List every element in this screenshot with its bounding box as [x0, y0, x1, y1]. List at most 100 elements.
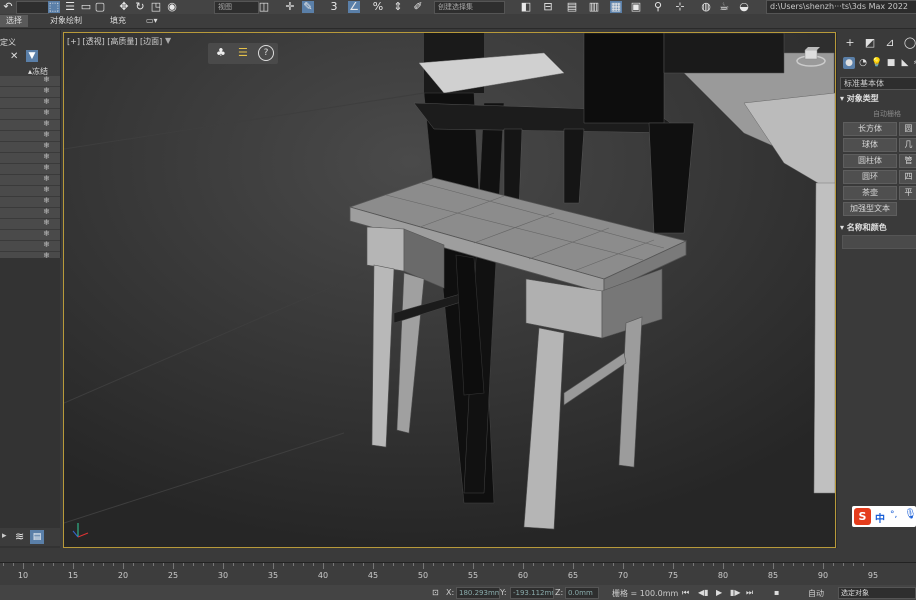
pivot-icon[interactable]: ◫ — [258, 1, 270, 13]
y-coordinate-field[interactable]: -193.112mm — [510, 587, 554, 599]
previous-frame-icon[interactable]: ◀▮ — [698, 588, 709, 597]
timeline-track[interactable]: 10 15 20 25 30 35 40 45 50 55 60 65 70 75 80 85 90 95 — [0, 562, 916, 585]
explorer-row[interactable]: ❄ — [0, 152, 60, 164]
select-by-name-icon[interactable]: ☰ — [64, 1, 76, 13]
next-frame-icon[interactable]: ▮▶ — [730, 588, 741, 597]
freeze-icon[interactable]: ❄ — [43, 163, 50, 172]
go-to-end-icon[interactable]: ⏭ — [746, 588, 753, 598]
pyramid-button[interactable]: 四 — [899, 170, 916, 184]
geosphere-button[interactable]: 几 — [899, 138, 916, 152]
freeze-icon[interactable]: ❄ — [43, 97, 50, 106]
rotate-icon[interactable]: ↻ — [134, 1, 146, 13]
explorer-row[interactable]: ❄ — [0, 207, 60, 219]
spinner-snap-icon[interactable]: ⇕ — [392, 1, 404, 13]
explorer-row[interactable]: ❄ — [0, 240, 60, 252]
viewcube-icon[interactable] — [796, 44, 826, 68]
explorer-row[interactable]: ❄ — [0, 119, 60, 131]
explorer-row[interactable]: ❄ — [0, 86, 60, 98]
explorer-row[interactable]: ❄ — [0, 141, 60, 153]
render-frame-icon[interactable]: ◍ — [700, 1, 712, 13]
percent-snap-icon[interactable]: % — [372, 1, 384, 13]
object-name-field[interactable] — [842, 235, 916, 249]
modify-tab-icon[interactable]: ◩ — [863, 36, 877, 50]
tube-button[interactable]: 管 — [899, 154, 916, 168]
set-key-icon[interactable]: ▪ — [774, 588, 779, 597]
undo-icon[interactable]: ↶ — [2, 1, 14, 13]
microphone-icon[interactable]: 🎙 — [904, 509, 916, 520]
cylinder-button[interactable]: 圆柱体 — [843, 154, 897, 168]
select-manipulate-icon[interactable]: ✛ — [284, 1, 296, 13]
freeze-icon[interactable]: ❄ — [43, 185, 50, 194]
viewport-label[interactable]: [+] [透视] [高质量] [边面] — [67, 36, 162, 47]
population-icon[interactable]: ♣ — [216, 46, 226, 59]
ime-mode-label[interactable]: 中 — [875, 510, 885, 525]
freeze-icon[interactable]: ❄ — [43, 75, 50, 84]
x-coordinate-field[interactable]: 180.293mm — [456, 587, 500, 599]
save-explorer-icon[interactable]: ▤ — [30, 530, 44, 544]
place-icon[interactable]: ◉ — [166, 1, 178, 13]
explorer-row[interactable]: ❄ — [0, 229, 60, 241]
freeze-icon[interactable]: ❄ — [43, 218, 50, 227]
select-object-icon[interactable]: ⬚ — [48, 1, 60, 13]
material-editor-icon[interactable]: ⚲ — [652, 1, 664, 13]
selected-object-dropdown[interactable]: 选定对象 — [838, 587, 916, 599]
ime-widget[interactable]: S 中 °, 🎙 — [852, 506, 916, 527]
render-setup-icon[interactable]: ⊹ — [674, 1, 686, 13]
freeze-icon[interactable]: ❄ — [43, 152, 50, 161]
freeze-icon[interactable]: ❄ — [43, 229, 50, 238]
text-plus-button[interactable]: 加强型文本 — [843, 202, 897, 216]
tab-selection[interactable]: 选择 — [0, 15, 28, 27]
freeze-icon[interactable]: ❄ — [43, 207, 50, 216]
explorer-row[interactable]: ❄ — [0, 97, 60, 109]
explorer-row[interactable]: ❄ — [0, 130, 60, 142]
explorer-row[interactable]: ❄ — [0, 196, 60, 208]
box-button[interactable]: 长方体 — [843, 122, 897, 136]
file-path-field[interactable]: d:\Users\shenzh···ts\3ds Max 2022 — [766, 0, 916, 14]
render-production-icon[interactable]: ☕ — [718, 1, 730, 13]
ribbon-options-icon[interactable]: ▭▾ — [140, 15, 164, 27]
z-coordinate-field[interactable]: 0.0mm — [565, 587, 599, 599]
angle-snap-icon[interactable]: ∠ — [348, 1, 360, 13]
name-color-section[interactable]: ▾ 名称和颜色 — [840, 222, 887, 233]
layer-toggle-icon[interactable]: ▸ — [2, 531, 7, 541]
object-type-section[interactable]: ▾ 对象类型 — [840, 93, 879, 104]
auto-key-button[interactable]: 自动 — [808, 588, 824, 599]
explorer-row[interactable]: ❄ — [0, 163, 60, 175]
curve-editor-icon[interactable]: ▦ — [610, 1, 622, 13]
viewport-filter-icon[interactable]: ▼ — [165, 36, 171, 45]
schematic-view-icon[interactable]: ▣ — [630, 1, 642, 13]
freeze-icon[interactable]: ❄ — [43, 174, 50, 183]
cameras-icon[interactable]: ■ — [885, 57, 897, 69]
freeze-icon[interactable]: ❄ — [43, 196, 50, 205]
explorer-row[interactable]: ❄ — [0, 185, 60, 197]
teapot-button[interactable]: 茶壶 — [843, 186, 897, 200]
plane-button[interactable]: 平 — [899, 186, 916, 200]
go-to-start-icon[interactable]: ⏮ — [682, 588, 689, 598]
perspective-viewport[interactable] — [63, 32, 836, 548]
lights-icon[interactable]: 💡 — [871, 57, 883, 69]
render-teapot-icon[interactable]: ◒ — [738, 1, 750, 13]
align-icon[interactable]: ⊟ — [542, 1, 554, 13]
layers-icon[interactable]: ≋ — [15, 530, 24, 543]
explorer-row[interactable]: ❄ — [0, 108, 60, 120]
shapes-icon[interactable]: ◔ — [857, 57, 869, 69]
reference-coord-dropdown[interactable]: 视图 — [214, 1, 259, 14]
region-select-icon[interactable]: ▭ — [80, 1, 92, 13]
torus-button[interactable]: 圆环 — [843, 170, 897, 184]
freeze-icon[interactable]: ❄ — [43, 108, 50, 117]
scale-icon[interactable]: ◳ — [150, 1, 162, 13]
explorer-row[interactable]: ❄ — [0, 174, 60, 186]
freeze-icon[interactable]: ❄ — [43, 141, 50, 150]
helpers-icon[interactable]: ◣ — [899, 57, 911, 69]
mirror-icon[interactable]: ◧ — [520, 1, 532, 13]
punctuation-icon[interactable]: °, — [890, 510, 897, 520]
auto-grid-checkbox[interactable]: 自动栅格 — [873, 109, 901, 119]
geometry-icon[interactable]: ● — [843, 57, 855, 69]
help-icon[interactable]: ? — [258, 45, 274, 61]
close-icon[interactable]: ✕ — [10, 51, 18, 62]
spacewarps-icon[interactable]: ≈ — [911, 57, 916, 69]
scene-list-icon[interactable]: ☰ — [238, 46, 248, 59]
filter-icon[interactable]: ▼ — [26, 50, 38, 62]
absolute-mode-icon[interactable]: ⊡ — [432, 588, 439, 597]
freeze-icon[interactable]: ❄ — [43, 119, 50, 128]
